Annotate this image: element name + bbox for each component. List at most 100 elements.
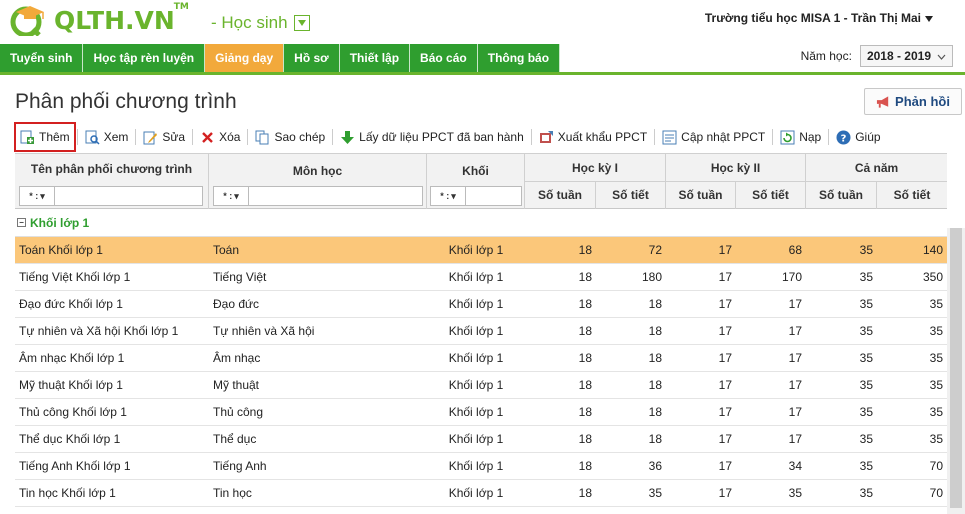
filter-op-label: * : <box>29 191 39 201</box>
cell-grade: Khối lớp 1 <box>448 405 504 419</box>
scrollbar-thumb[interactable] <box>950 228 962 508</box>
nav-item-5[interactable]: Báo cáo <box>410 44 478 72</box>
cell-w2: 17 <box>718 324 732 338</box>
add-button[interactable]: Thêm <box>14 122 76 152</box>
cell-wy: 35 <box>859 324 873 338</box>
view-label: Xem <box>103 130 129 144</box>
header-term2-periods[interactable]: Số tiết <box>736 182 806 209</box>
toolbar-separator <box>332 129 334 145</box>
year-select[interactable]: 2018 - 2019 <box>859 45 953 67</box>
vertical-scrollbar[interactable] <box>947 228 965 514</box>
delete-label: Xóa <box>219 130 241 144</box>
nav-item-6[interactable]: Thông báo <box>477 44 561 72</box>
cell-wy: 35 <box>859 270 873 284</box>
table-row[interactable]: Thể dục Khối lớp 1 Thể dục Khối lớp 1 18 18 1… <box>15 426 947 453</box>
cell-name: Thủ công Khối lớp 1 <box>19 405 127 419</box>
cell-w2: 17 <box>718 432 732 446</box>
view-button[interactable]: Xem <box>79 124 135 150</box>
cell-p2: 35 <box>788 486 802 500</box>
reload-icon <box>780 130 795 145</box>
table-row[interactable]: Âm nhạc Khối lớp 1 Âm nhạc Khối lớp 1 18 18 1… <box>15 345 947 372</box>
grade-filter-operator[interactable]: * : ▾ <box>430 186 466 206</box>
cell-name: Tiếng Việt Khối lớp 1 <box>19 270 131 284</box>
cell-p1: 18 <box>648 432 662 446</box>
cell-p2: 17 <box>788 378 802 392</box>
edit-button[interactable]: Sửa <box>137 124 191 150</box>
header-name-label: Tên phân phối chương trình <box>30 162 193 176</box>
export-ppct-button[interactable]: Xuất khẩu PPCT <box>533 124 653 150</box>
nav-item-4[interactable]: Thiết lập <box>339 44 411 72</box>
header-year-periods[interactable]: Số tiết <box>877 182 947 209</box>
table-row[interactable]: Tiếng Việt Khối lớp 1 Tiếng Việt Khối lớp … <box>15 264 947 291</box>
name-filter-operator[interactable]: * : ▾ <box>19 186 55 206</box>
table-row[interactable]: Mỹ thuật Khối lớp 1 Mỹ thuật Khối lớp 1 18 1… <box>15 372 947 399</box>
delete-button[interactable]: Xóa <box>194 124 246 150</box>
header-subject-column[interactable]: Môn học * : ▾ <box>209 154 427 209</box>
edit-pencil-icon <box>143 130 158 145</box>
header-name-column[interactable]: Tên phân phối chương trình * : ▾ <box>15 154 209 209</box>
table-row[interactable]: Tự nhiên và Xã hội Khối lớp 1 Tự nhiên và… <box>15 318 947 345</box>
table-row[interactable]: Đạo đức Khối lớp 1 Đạo đức Khối lớp 1 18 18 1… <box>15 291 947 318</box>
copy-button[interactable]: Sao chép <box>249 124 331 150</box>
update-ppct-button[interactable]: Cập nhật PPCT <box>656 124 771 150</box>
header-term1: Học kỳ I <box>525 154 666 182</box>
chevron-down-icon <box>937 49 946 63</box>
cell-w1: 18 <box>578 324 592 338</box>
subject-filter-input[interactable] <box>249 186 423 206</box>
table-row[interactable]: Tiếng Anh Khối lớp 1 Tiếng Anh Khối lớp 1 1… <box>15 453 947 480</box>
fetch-ppct-button[interactable]: Lấy dữ liệu PPCT đã ban hành <box>334 124 530 150</box>
cell-p2: 17 <box>788 405 802 419</box>
nav-item-2[interactable]: Giảng dạy <box>205 44 285 72</box>
grade-filter-input[interactable] <box>466 186 522 206</box>
logo[interactable]: QLTH.VN TM <box>8 2 189 38</box>
cell-subject: Mỹ thuật <box>213 378 260 392</box>
group-row[interactable]: − Khối lớp 1 <box>15 209 947 237</box>
cell-p1: 35 <box>648 486 662 500</box>
table-row[interactable]: Tin học Khối lớp 1 Tin học Khối lớp 1 18 35 1… <box>15 480 947 507</box>
header-term1-weeks[interactable]: Số tuần <box>525 182 596 209</box>
toolbar-separator <box>76 129 78 145</box>
group-label: Khối lớp 1 <box>30 215 90 230</box>
table-row[interactable]: Thủ công Khối lớp 1 Thủ công Khối lớp 1 18 1… <box>15 399 947 426</box>
cell-grade: Khối lớp 1 <box>448 351 504 365</box>
user-menu[interactable]: Trường tiểu học MISA 1 - Trần Thị Mai <box>705 11 933 25</box>
cell-py: 35 <box>929 405 943 419</box>
header-year-weeks[interactable]: Số tuần <box>806 182 877 209</box>
table-row[interactable]: Toán Khối lớp 1 Toán Khối lớp 1 18 72 17 68 35 1… <box>15 237 947 264</box>
nav-item-3[interactable]: Hồ sơ <box>284 44 340 72</box>
header-grade-column[interactable]: Khối * : ▾ <box>427 154 525 209</box>
view-document-icon <box>85 130 100 145</box>
cell-w1: 18 <box>578 405 592 419</box>
export-ppct-label: Xuất khẩu PPCT <box>557 130 648 144</box>
graduation-cap-icon <box>8 4 52 38</box>
svg-text:?: ? <box>841 133 847 144</box>
cell-p1: 18 <box>648 378 662 392</box>
chevron-down-icon[interactable] <box>293 15 310 31</box>
cell-name: Thể dục Khối lớp 1 <box>19 432 121 446</box>
role-selector[interactable]: - Học sinh <box>211 13 310 33</box>
header-year: Cả năm <box>806 154 947 182</box>
nav-item-1[interactable]: Học tập rèn luyện <box>83 44 206 72</box>
cell-wy: 35 <box>859 432 873 446</box>
name-filter-input[interactable] <box>55 186 203 206</box>
cell-w2: 17 <box>718 405 732 419</box>
subject-filter-operator[interactable]: * : ▾ <box>213 186 249 206</box>
cell-w2: 17 <box>718 378 732 392</box>
cell-subject: Thủ công <box>213 405 264 419</box>
cell-w1: 18 <box>578 243 592 257</box>
name-filter: * : ▾ <box>19 186 203 206</box>
cell-py: 70 <box>929 459 943 473</box>
filter-op-label: * : <box>440 191 450 201</box>
header-term1-periods[interactable]: Số tiết <box>596 182 666 209</box>
cell-w2: 17 <box>718 459 732 473</box>
header-term2-weeks[interactable]: Số tuần <box>666 182 736 209</box>
feedback-button[interactable]: Phản hồi <box>864 88 962 115</box>
collapse-icon[interactable]: − <box>17 218 26 227</box>
cell-name: Âm nhạc Khối lớp 1 <box>19 351 125 365</box>
nav-item-0[interactable]: Tuyển sinh <box>0 44 84 72</box>
help-button[interactable]: ? Giúp <box>830 124 886 150</box>
reload-button[interactable]: Nạp <box>774 124 827 150</box>
toolbar-separator <box>772 129 774 145</box>
toolbar-separator <box>654 129 656 145</box>
cell-grade: Khối lớp 1 <box>448 270 504 284</box>
